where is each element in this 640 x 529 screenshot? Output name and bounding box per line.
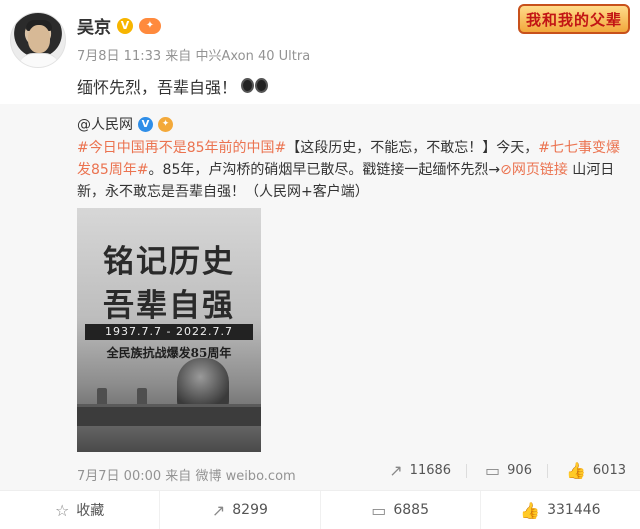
repost-button[interactable]: ↗ 8299: [159, 490, 319, 529]
repost-meta: 7月7日 00:00 来自 微博 weibo.com: [77, 465, 296, 484]
comment-label: 6885: [393, 502, 429, 518]
topic-link-1[interactable]: #今日中国再不是85年前的中国#: [77, 140, 286, 156]
like-count: 6013: [592, 463, 626, 478]
comment-icon: ▭: [485, 461, 501, 480]
weibo-post: 吴京 V ✦ 7月8日 11:33 来自 中兴Axon 40 Ultra 缅怀先…: [0, 0, 640, 529]
action-bar: ☆ 收藏 ↗ 8299 ▭ 6885 👍 331446: [0, 490, 640, 529]
like-label: 331446: [547, 502, 601, 518]
author-row: 吴京 V ✦: [77, 13, 161, 38]
favorite-label: 收藏: [76, 503, 105, 519]
repost-count: 11686: [409, 463, 452, 478]
repost-author-row: @人民网 V ✦: [77, 114, 173, 134]
brand-badge[interactable]: 我和我的父辈: [518, 4, 630, 34]
verified-badge-icon: V: [117, 17, 133, 34]
member-badge-icon: ✦: [139, 17, 161, 34]
poster-image[interactable]: 铭记历史 吾辈自强 1937.7.7 - 2022.7.7 全民族抗战爆发85周…: [77, 208, 261, 452]
repost-stat-likes[interactable]: 👍 6013: [566, 461, 626, 480]
like-button[interactable]: 👍 331446: [479, 490, 640, 529]
share-icon: ↗: [211, 500, 226, 520]
repost-text-1: 【这段历史，不能忘，不敢忘！】今天，: [286, 140, 539, 156]
repost-body: #今日中国再不是85年前的中国#【这段历史，不能忘，不敢忘！】今天，#七七事变爆…: [77, 137, 627, 203]
share-icon: ↗: [389, 461, 403, 480]
comment-button[interactable]: ▭ 6885: [319, 490, 480, 529]
repost-stat-reposts[interactable]: ↗ 11686: [389, 461, 468, 480]
like-icon: 👍: [565, 461, 586, 480]
repost-source-prefix: 来自: [165, 469, 192, 484]
verified-icon: V: [138, 116, 153, 132]
star-icon: ☆: [54, 500, 70, 520]
link-icon: ⊘: [500, 162, 512, 178]
reposted-card: @人民网 V ✦ #今日中国再不是85年前的中国#【这段历史，不能忘，不敢忘！】…: [0, 104, 640, 490]
post-source: 中兴Axon 40 Ultra: [195, 49, 311, 64]
author-name[interactable]: 吴京: [77, 13, 111, 38]
comment-icon: ▭: [371, 500, 387, 520]
repost-timestamp[interactable]: 7月7日 00:00: [77, 469, 161, 484]
post-text: 缅怀先烈，吾辈自强！: [77, 74, 269, 98]
repost-stats: ↗ 11686 ▭ 906 👍 6013: [389, 461, 626, 480]
web-link[interactable]: 网页链接: [512, 162, 568, 178]
repost-text-2: 。85年，卢沟桥的硝烟早已散尽。戳链接一起缅怀先烈→: [148, 162, 501, 178]
post-meta: 7月8日 11:33 来自 中兴Axon 40 Ultra: [77, 45, 310, 64]
poster-subtitle: 全民族抗战爆发85周年: [106, 346, 232, 360]
like-icon: 👍: [520, 500, 541, 520]
post-text-content: 缅怀先烈，吾辈自强！: [77, 78, 238, 97]
divider: [466, 463, 468, 478]
post-source-prefix: 来自: [165, 49, 192, 64]
repost-author-name[interactable]: @人民网: [77, 114, 133, 134]
favorite-button[interactable]: ☆ 收藏: [0, 491, 159, 529]
repost-label: 8299: [232, 502, 268, 518]
repost-source: 微博 weibo.com: [195, 469, 296, 484]
avatar-body: [19, 53, 59, 67]
bridge-railing: [77, 404, 261, 426]
gold-badge-icon: ✦: [158, 116, 173, 132]
avatar-face: [28, 25, 50, 53]
poster-title-line-2: 吾辈自强: [103, 288, 235, 324]
poster-title-line-1: 铭记历史: [103, 244, 235, 280]
divider: [546, 463, 548, 478]
avatar[interactable]: [10, 12, 66, 68]
salute-emoji-icon: [241, 76, 269, 96]
poster-dates: 1937.7.7 - 2022.7.7: [85, 324, 253, 340]
post-timestamp[interactable]: 7月8日 11:33: [77, 49, 161, 64]
comment-count: 906: [507, 463, 532, 478]
repost-stat-comments[interactable]: ▭ 906: [485, 461, 548, 480]
